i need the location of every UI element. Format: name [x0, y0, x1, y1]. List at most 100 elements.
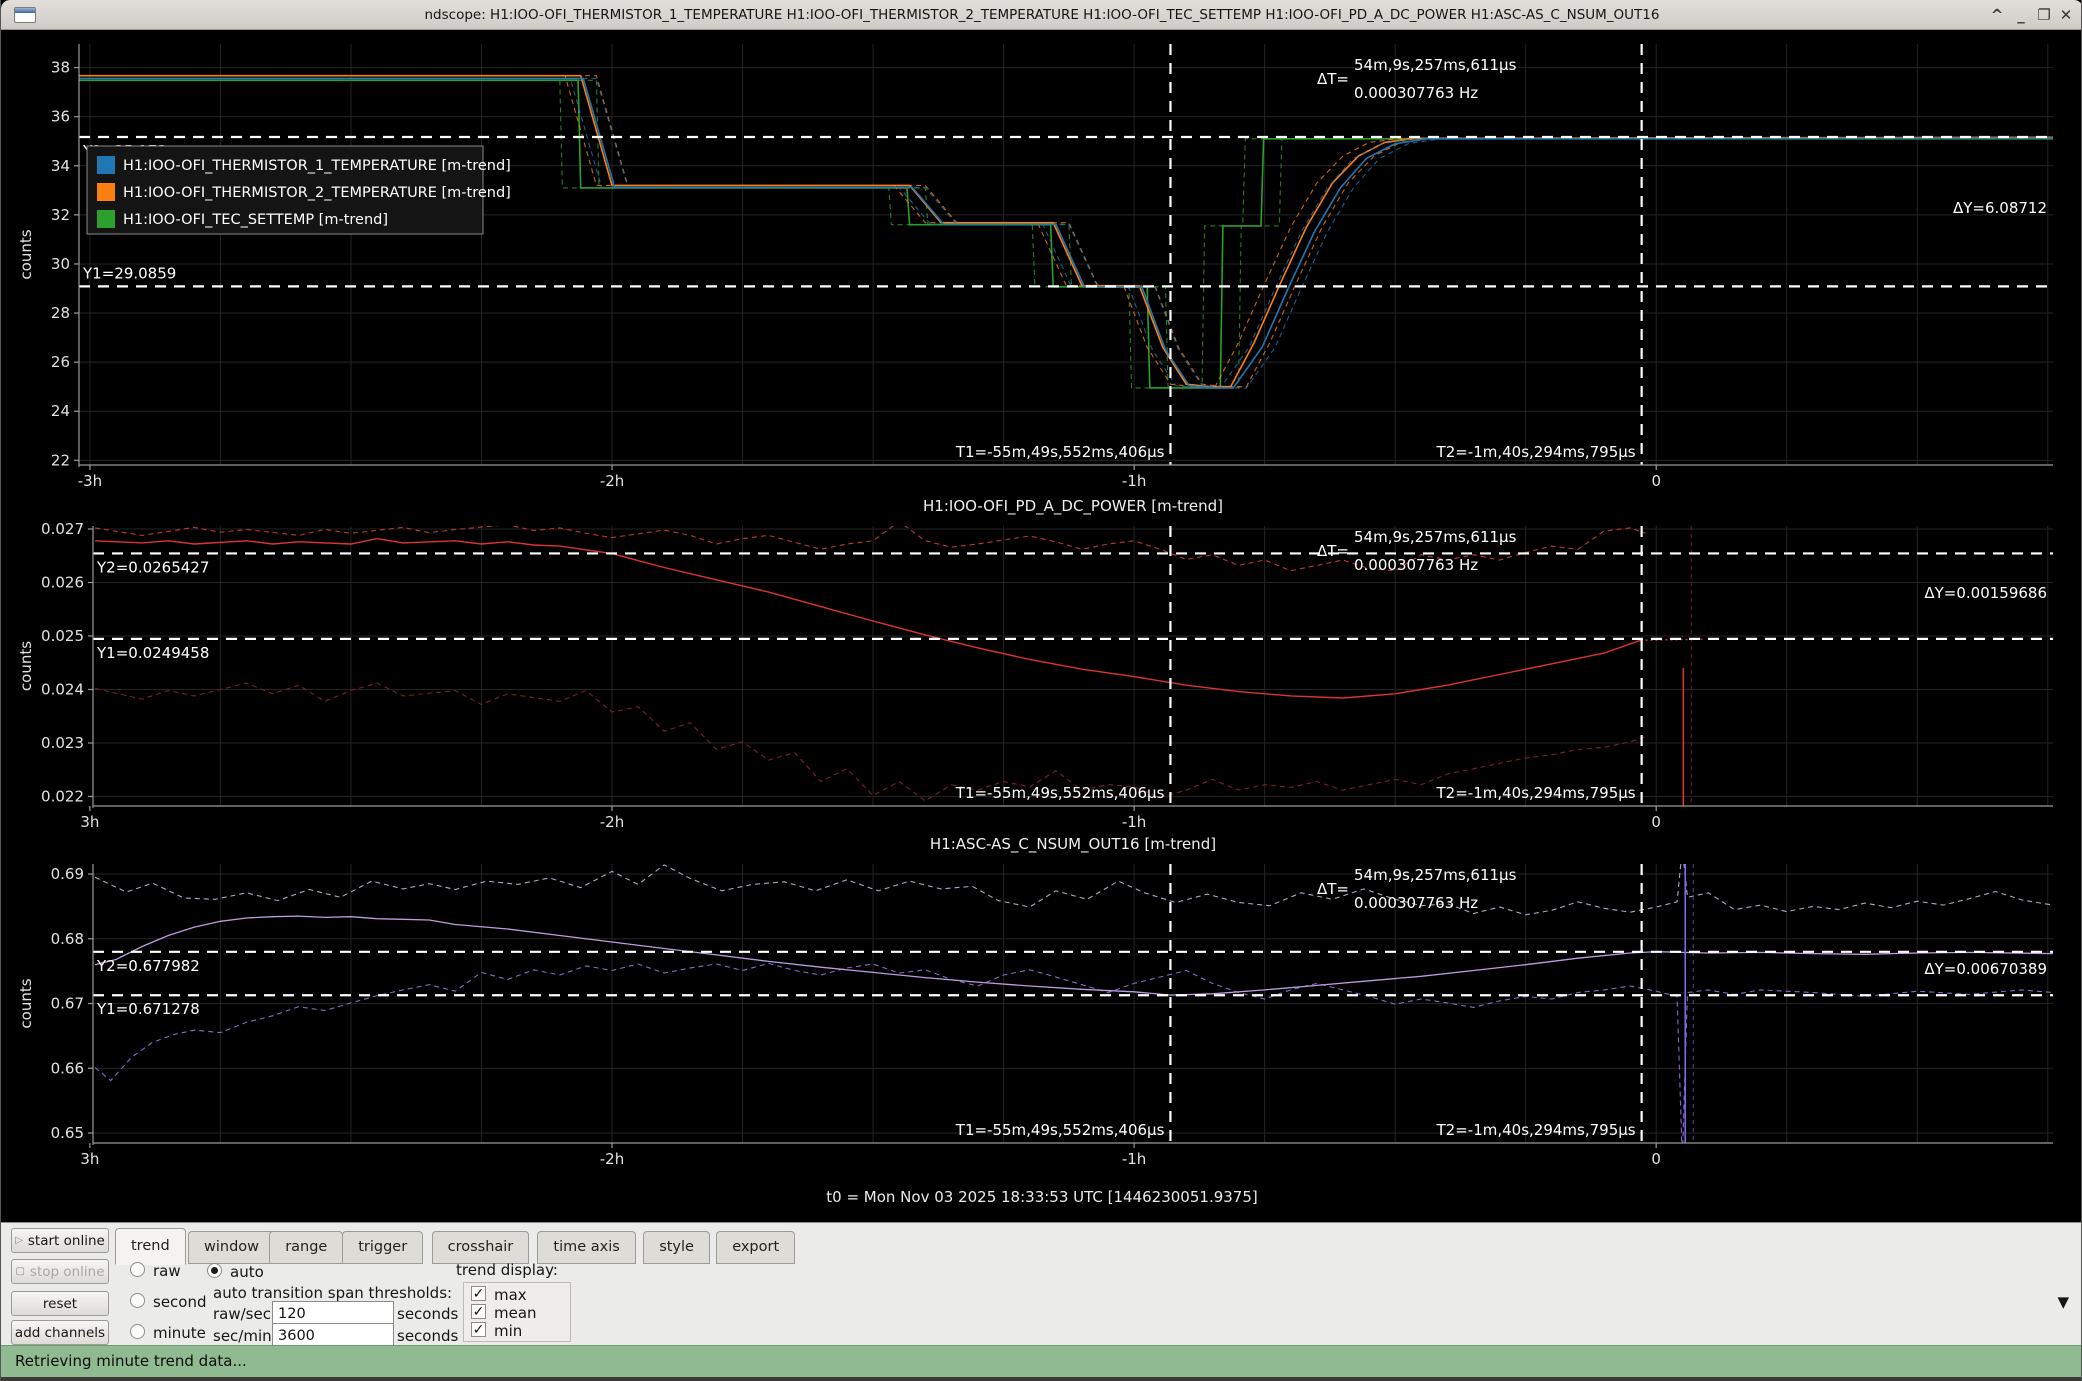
control-panel: ▷ start online ▢ stop online reset add c… [1, 1222, 2082, 1345]
x-tick-label: -1h [1122, 472, 1146, 490]
radio-minute-label[interactable]: minute [153, 1324, 206, 1342]
y-tick-label: 0.66 [51, 1059, 84, 1077]
tab-trigger[interactable]: trigger [342, 1231, 423, 1264]
minimize-window-icon[interactable]: _ [2009, 0, 2033, 30]
window-title: ndscope: H1:IOO-OFI_THERMISTOR_1_TEMPERA… [1, 0, 2082, 30]
cursor-t2-label: T2=-1m,40s,294ms,795µs [1436, 443, 1636, 461]
legend[interactable]: H1:IOO-OFI_THERMISTOR_1_TEMPERATURE [m-t… [87, 146, 511, 234]
y-tick-label: 0.023 [41, 734, 84, 752]
window-bottom-edge [1, 1377, 2082, 1381]
play-icon: ▷ [15, 1235, 23, 1246]
y-tick-label: 0.65 [51, 1124, 84, 1142]
tab-export[interactable]: export [716, 1231, 795, 1264]
y-axis-label: counts [17, 229, 35, 279]
radio-second-label[interactable]: second [153, 1293, 207, 1311]
cursor-t1-label: T1=-55m,49s,552ms,406µs [955, 1121, 1165, 1139]
tab-style[interactable]: style [643, 1231, 710, 1264]
add-channels-button[interactable]: add channels [11, 1320, 109, 1345]
delta-t-hz: 0.000307763 Hz [1354, 556, 1478, 574]
y-tick-label: 30 [51, 255, 70, 273]
checkbox-min[interactable]: ✓ [471, 1322, 486, 1337]
tab-trend[interactable]: trend [115, 1228, 186, 1265]
delta-t-prefix: ΔT= [1317, 70, 1349, 88]
cursor-t2-label: T2=-1m,40s,294ms,795µs [1436, 784, 1636, 802]
checkbox-max-label[interactable]: max [494, 1286, 527, 1304]
plot-title: H1:IOO-OFI_PD_A_DC_POWER [m-trend] [923, 497, 1223, 516]
close-window-icon[interactable]: ✕ [2054, 0, 2078, 30]
tab-crosshair[interactable]: crosshair [432, 1231, 530, 1264]
cursor-y2-label: Y2=0.0265427 [96, 558, 209, 576]
delta-t-hz: 0.000307763 Hz [1354, 84, 1478, 102]
raw-sec-unit: seconds [397, 1305, 458, 1323]
shade-window-icon[interactable]: ^ [1985, 0, 2009, 30]
plot-title: H1:ASC-AS_C_NSUM_OUT16 [m-trend] [930, 835, 1216, 854]
maximize-window-icon[interactable]: ❐ [2032, 0, 2056, 30]
y-tick-label: 34 [51, 157, 70, 175]
y-tick-label: 24 [51, 402, 70, 420]
radio-auto[interactable] [207, 1263, 222, 1278]
delta-t-value: 54m,9s,257ms,611µs [1354, 56, 1517, 74]
y-tick-label: 0.69 [51, 865, 84, 883]
y-tick-label: 22 [51, 451, 70, 469]
checkbox-min-label[interactable]: min [494, 1322, 522, 1340]
legend-label: H1:IOO-OFI_THERMISTOR_1_TEMPERATURE [m-t… [123, 158, 511, 174]
tab-time-axis[interactable]: time axis [537, 1231, 635, 1264]
x-tick-label: 3h [80, 1150, 99, 1168]
panel-expand-icon[interactable]: ▼ [2057, 1293, 2069, 1311]
checkbox-max[interactable]: ✓ [471, 1286, 486, 1301]
y-tick-label: 0.027 [41, 520, 84, 538]
x-tick-label: 0 [1651, 472, 1661, 490]
y-tick-label: 0.026 [41, 573, 84, 591]
checkbox-mean-label[interactable]: mean [494, 1304, 537, 1322]
stop-icon: ▢ [15, 1266, 24, 1277]
y-tick-label: 26 [51, 353, 70, 371]
delta-t-hz: 0.000307763 Hz [1354, 894, 1478, 912]
trend-display-label: trend display: [456, 1261, 558, 1279]
x-tick-label: -2h [600, 472, 624, 490]
ndscope-window: ndscope: H1:IOO-OFI_THERMISTOR_1_TEMPERA… [0, 0, 2082, 1381]
delta-t-value: 54m,9s,257ms,611µs [1354, 866, 1517, 884]
legend-label: H1:IOO-OFI_THERMISTOR_2_TEMPERATURE [m-t… [123, 185, 511, 201]
y-axis-label: counts [17, 978, 35, 1028]
delta-t-prefix: ΔT= [1317, 880, 1349, 898]
y-axis-label: counts [17, 641, 35, 691]
t0-label: t0 = Mon Nov 03 2025 18:33:53 UTC [14462… [826, 1188, 1257, 1206]
delta-y-label: ΔY=0.00670389 [1924, 960, 2047, 978]
raw-sec-label: raw/sec: [213, 1305, 276, 1323]
x-tick-label: -1h [1122, 813, 1146, 831]
sec-min-label: sec/min: [213, 1327, 277, 1345]
x-tick-label: 3h [80, 813, 99, 831]
tab-range[interactable]: range [269, 1231, 343, 1264]
radio-auto-label[interactable]: auto [230, 1263, 264, 1281]
cursor-y1-label: Y1=29.0859 [82, 264, 176, 282]
tab-window[interactable]: window [188, 1231, 275, 1264]
reset-button[interactable]: reset [11, 1291, 109, 1316]
radio-raw[interactable] [130, 1262, 145, 1277]
y-tick-label: 0.025 [41, 627, 84, 645]
y-tick-label: 0.67 [51, 995, 84, 1013]
y-tick-label: 38 [51, 59, 70, 77]
x-tick-label: -3h [78, 472, 102, 490]
y-tick-label: 32 [51, 206, 70, 224]
legend-swatch [97, 210, 115, 228]
start-online-button[interactable]: ▷ start online [11, 1228, 109, 1253]
y-tick-label: 28 [51, 304, 70, 322]
radio-raw-label[interactable]: raw [153, 1262, 181, 1280]
title-bar[interactable]: ndscope: H1:IOO-OFI_THERMISTOR_1_TEMPERA… [1, 0, 2082, 30]
x-tick-label: 0 [1651, 1150, 1661, 1168]
y-tick-label: 0.024 [41, 680, 84, 698]
stop-online-button[interactable]: ▢ stop online [11, 1259, 109, 1284]
plot-area[interactable]: Y2=35.173Y1=29.0859T1=-55m,49s,552ms,406… [1, 30, 2082, 1222]
sec-min-unit: seconds [397, 1327, 458, 1345]
legend-swatch [97, 156, 115, 174]
delta-y-label: ΔY=0.00159686 [1924, 584, 2047, 602]
plots-canvas[interactable]: Y2=35.173Y1=29.0859T1=-55m,49s,552ms,406… [1, 30, 2082, 1222]
radio-minute[interactable] [130, 1324, 145, 1339]
cursor-t1-label: T1=-55m,49s,552ms,406µs [955, 784, 1165, 802]
radio-second[interactable] [130, 1293, 145, 1308]
checkbox-mean[interactable]: ✓ [471, 1304, 486, 1319]
x-tick-label: -2h [600, 813, 624, 831]
cursor-t1-label: T1=-55m,49s,552ms,406µs [955, 443, 1165, 461]
thresholds-label: auto transition span thresholds: [213, 1284, 452, 1302]
delta-t-value: 54m,9s,257ms,611µs [1354, 528, 1517, 546]
